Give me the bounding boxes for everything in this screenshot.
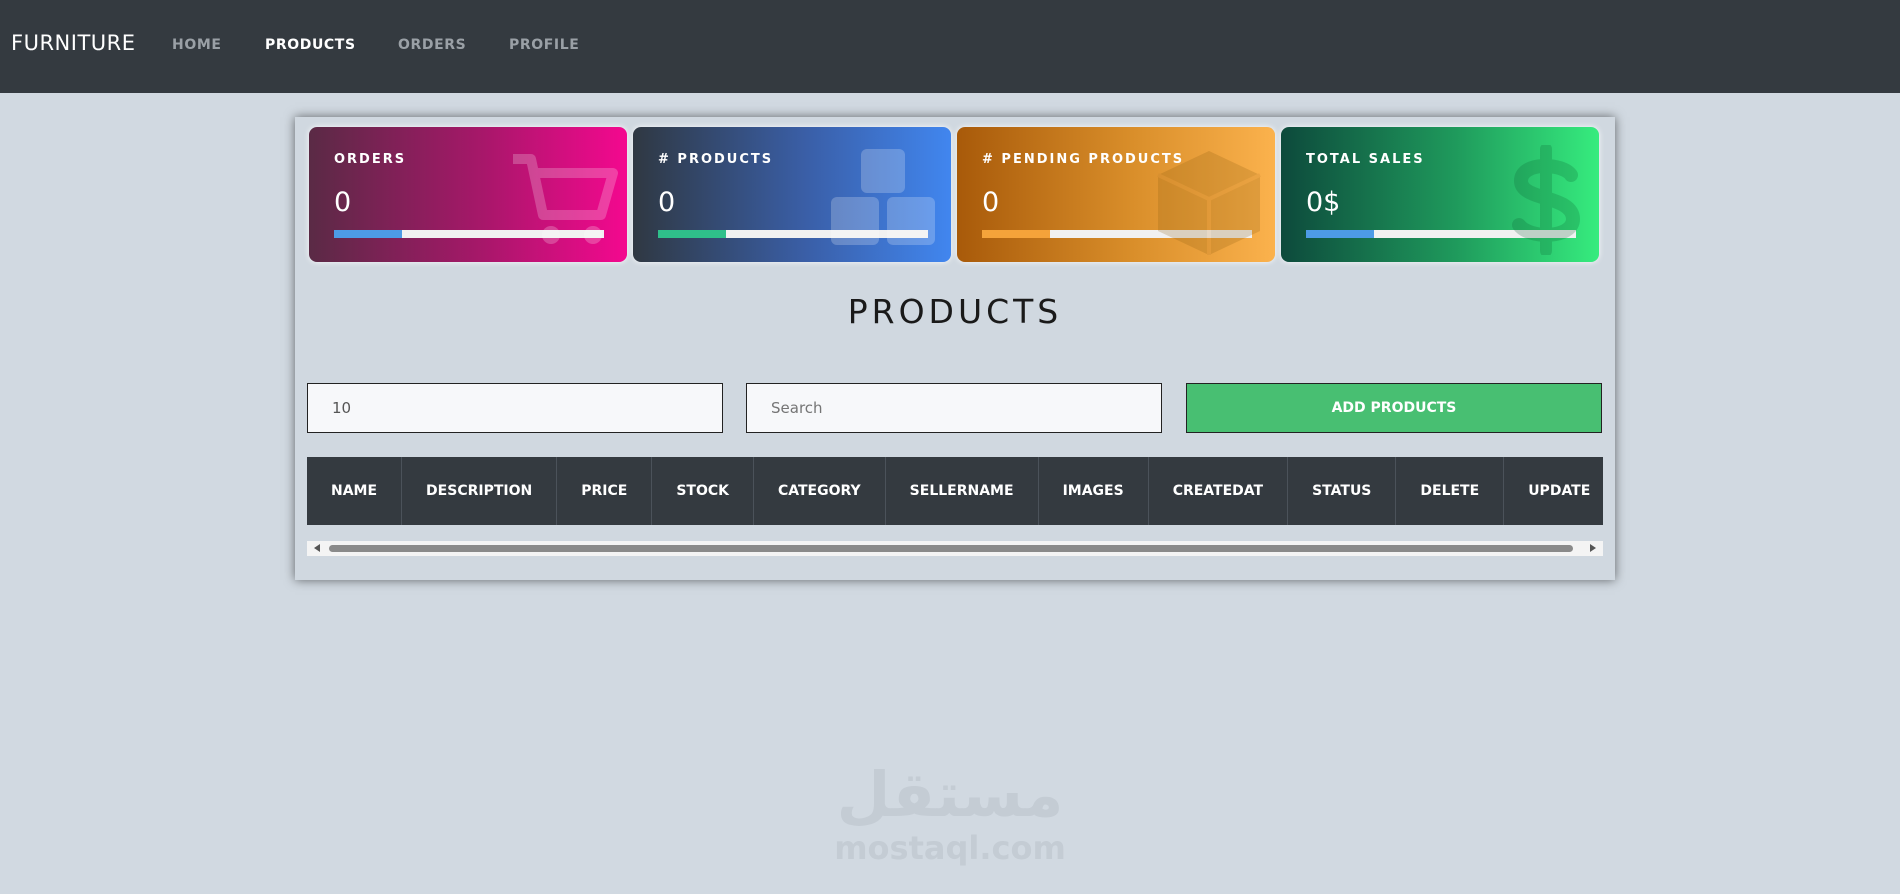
stat-card-progress-fill: [334, 230, 402, 238]
nav-link-products[interactable]: PRODUCTS: [265, 37, 356, 53]
watermark-latin: mostaql.com: [834, 829, 1066, 867]
stat-card-label: ORDERS: [334, 152, 407, 167]
column-header-createdat[interactable]: CREATEDAT: [1148, 457, 1289, 525]
column-header-description[interactable]: DESCRIPTION: [401, 457, 558, 525]
column-header-name[interactable]: NAME: [307, 457, 403, 525]
stat-card-label: TOTAL SALES: [1306, 152, 1425, 167]
dollar-icon: [1512, 145, 1581, 255]
nav-link-orders[interactable]: ORDERS: [398, 37, 466, 53]
box-icon: [1157, 151, 1261, 255]
horizontal-scrollbar[interactable]: [307, 541, 1603, 556]
stat-card-value: 0: [658, 187, 676, 218]
column-header-images[interactable]: IMAGES: [1038, 457, 1149, 525]
column-header-price[interactable]: PRICE: [556, 457, 653, 525]
watermark-arabic: مستقل: [836, 758, 1064, 831]
page-title: PRODUCTS: [847, 292, 1063, 331]
column-header-status[interactable]: STATUS: [1287, 457, 1397, 525]
watermark: مستقل mostaql.com: [820, 758, 1080, 867]
stat-card-pending-products: # PENDING PRODUCTS 0: [957, 127, 1275, 262]
nav-link-profile[interactable]: PROFILE: [509, 37, 579, 53]
page-size-input[interactable]: [307, 383, 723, 433]
column-header-category[interactable]: CATEGORY: [753, 457, 886, 525]
brand-logo[interactable]: FURNITURE: [11, 31, 136, 55]
navbar: FURNITURE HOME PRODUCTS ORDERS PROFILE: [0, 0, 1900, 93]
scrollbar-thumb[interactable]: [329, 545, 1573, 552]
scroll-left-arrow-icon[interactable]: [307, 541, 327, 556]
column-header-stock[interactable]: STOCK: [651, 457, 754, 525]
cubes-icon: [831, 149, 935, 245]
stat-card-total-sales: TOTAL SALES 0$: [1281, 127, 1599, 262]
table-header-row: NAME DESCRIPTION PRICE STOCK CATEGORY SE…: [307, 457, 1603, 525]
stat-card-progress-fill: [658, 230, 726, 238]
column-header-delete[interactable]: DELETE: [1395, 457, 1505, 525]
search-input[interactable]: [746, 383, 1162, 433]
scroll-right-arrow-icon[interactable]: [1583, 541, 1603, 556]
stat-card-progress-fill: [982, 230, 1050, 238]
add-products-button[interactable]: ADD PRODUCTS: [1186, 383, 1602, 433]
stat-card-value: 0: [982, 187, 1000, 218]
column-header-update[interactable]: UPDATE: [1503, 457, 1603, 525]
cart-icon: [513, 154, 618, 244]
stat-card-label: # PRODUCTS: [658, 152, 774, 167]
products-table: NAME DESCRIPTION PRICE STOCK CATEGORY SE…: [307, 457, 1603, 525]
stat-card-products: # PRODUCTS 0: [633, 127, 951, 262]
nav-link-home[interactable]: HOME: [172, 37, 222, 53]
stat-card-progress-fill: [1306, 230, 1374, 238]
column-header-sellername[interactable]: SELLERNAME: [885, 457, 1039, 525]
products-panel: ORDERS 0 # PRODUCTS 0 # PENDING PRODUCTS…: [295, 117, 1615, 580]
stat-card-value: 0$: [1306, 187, 1341, 218]
stat-card-orders: ORDERS 0: [309, 127, 627, 262]
stat-card-value: 0: [334, 187, 352, 218]
